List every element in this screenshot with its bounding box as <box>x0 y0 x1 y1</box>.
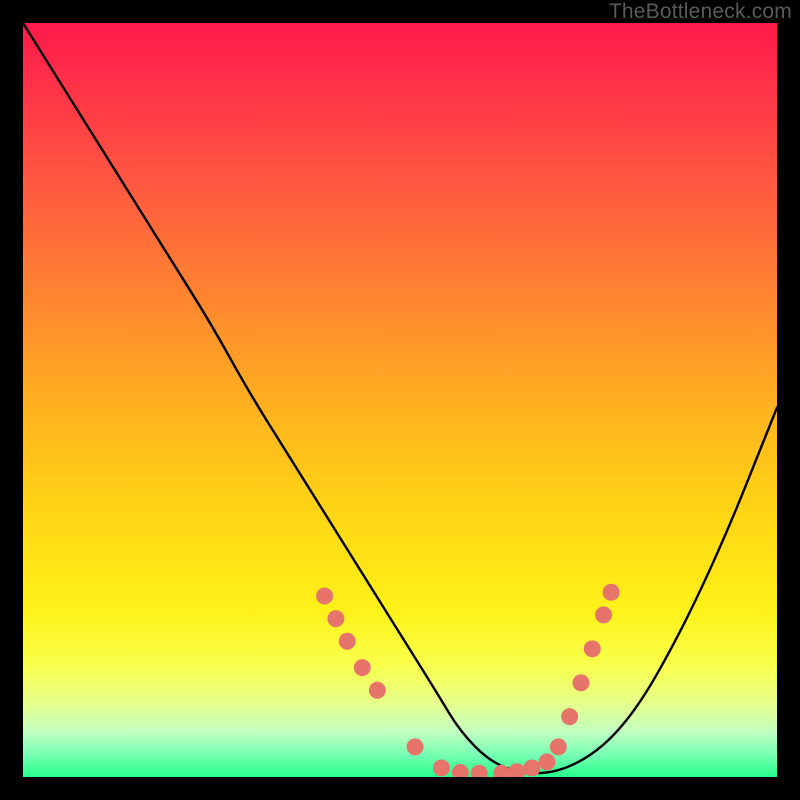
data-marker <box>550 738 567 755</box>
marker-group <box>316 584 620 777</box>
data-marker <box>316 588 333 605</box>
data-marker <box>452 764 469 777</box>
data-marker <box>595 606 612 623</box>
data-marker <box>603 584 620 601</box>
data-marker <box>508 763 525 777</box>
data-marker <box>584 640 601 657</box>
data-marker <box>354 659 371 676</box>
chart-frame <box>23 23 777 777</box>
data-marker <box>407 738 424 755</box>
data-marker <box>493 765 510 777</box>
data-marker <box>539 753 556 770</box>
data-marker <box>471 765 488 777</box>
chart-svg <box>23 23 777 777</box>
data-marker <box>369 682 386 699</box>
data-marker <box>572 674 589 691</box>
data-marker <box>433 759 450 776</box>
bottleneck-curve-path <box>23 23 777 773</box>
watermark-text: TheBottleneck.com <box>609 0 792 24</box>
data-marker <box>561 708 578 725</box>
data-marker <box>523 759 540 776</box>
data-marker <box>339 633 356 650</box>
data-marker <box>327 610 344 627</box>
